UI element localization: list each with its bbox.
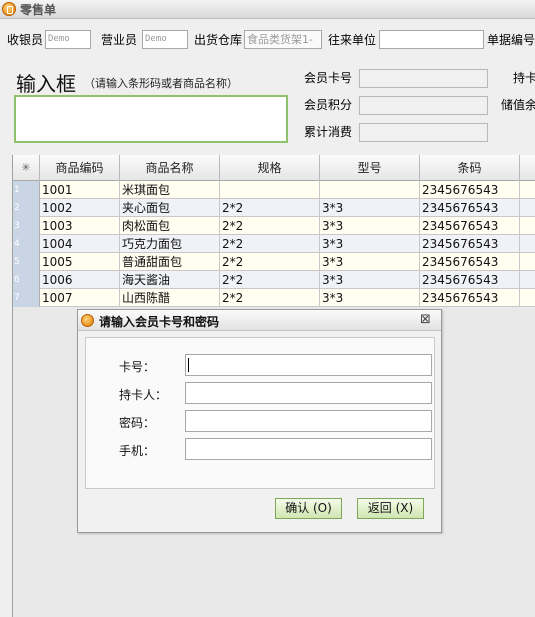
dialog-title: 请输入会员卡号和密码 bbox=[99, 315, 220, 329]
cell-code[interactable]: 1005 bbox=[40, 253, 120, 271]
cell-barcode[interactable]: 2345676543 bbox=[420, 289, 520, 307]
table-row[interactable]: 6 1006 海天酱油 2*2 3*3 2345676543 bbox=[13, 271, 535, 289]
table-row[interactable]: 2 1002 夹心面包 2*2 3*3 2345676543 bbox=[13, 199, 535, 217]
cell-model[interactable] bbox=[320, 181, 420, 199]
dialog-title-bar[interactable]: 请输入会员卡号和密码 ⊠ bbox=[78, 310, 441, 331]
title-bar: 零售单 bbox=[0, 0, 535, 19]
cell-code[interactable]: 1001 bbox=[40, 181, 120, 199]
cell-barcode[interactable]: 2345676543 bbox=[420, 181, 520, 199]
cell-name[interactable]: 普通甜面包 bbox=[120, 253, 220, 271]
cell-model[interactable]: 3*3 bbox=[320, 289, 420, 307]
column-header-barcode[interactable]: 条码 bbox=[420, 155, 520, 181]
salesperson-field[interactable]: Demo bbox=[142, 30, 188, 49]
cancel-button[interactable]: 返回 (X) bbox=[357, 498, 424, 519]
cell-code[interactable]: 1002 bbox=[40, 199, 120, 217]
row-number: 1 bbox=[13, 181, 40, 199]
phone-input[interactable] bbox=[185, 438, 432, 460]
cell-barcode[interactable]: 2345676543 bbox=[420, 235, 520, 253]
card-no-label: 卡号： bbox=[119, 360, 156, 374]
cell-spec[interactable]: 2*2 bbox=[220, 199, 320, 217]
cell-model[interactable]: 3*3 bbox=[320, 235, 420, 253]
member-login-dialog: 请输入会员卡号和密码 ⊠ 卡号： 持卡人： 密码： 手机： 确认 (O) 返回 … bbox=[77, 309, 442, 533]
card-holder-label: 持卡 bbox=[513, 71, 535, 85]
input-box-title: 输入框 bbox=[16, 72, 76, 96]
column-header-model[interactable]: 型号 bbox=[320, 155, 420, 181]
cell-spec[interactable]: 2*2 bbox=[220, 289, 320, 307]
table-row[interactable]: 1 1001 米琪面包 2345676543 bbox=[13, 181, 535, 199]
doc-no-label: 单据编号 bbox=[487, 33, 535, 47]
total-spend-label: 累计消费 bbox=[304, 125, 353, 139]
warehouse-label: 出货仓库 bbox=[194, 33, 243, 47]
app-logo-icon bbox=[2, 2, 16, 16]
window-title: 零售单 bbox=[20, 3, 57, 17]
member-card-field[interactable] bbox=[359, 69, 488, 88]
phone-label: 手机： bbox=[119, 444, 156, 458]
password-label: 密码： bbox=[119, 416, 156, 430]
salesperson-label: 营业员 bbox=[101, 33, 138, 47]
cell-model[interactable]: 3*3 bbox=[320, 217, 420, 235]
cell-code[interactable]: 1003 bbox=[40, 217, 120, 235]
column-header-code[interactable]: 商品编码 bbox=[40, 155, 120, 181]
cell-model[interactable]: 3*3 bbox=[320, 253, 420, 271]
warehouse-field[interactable]: 食品类货架1- bbox=[244, 30, 322, 49]
partner-field[interactable] bbox=[379, 30, 484, 49]
row-number: 6 bbox=[13, 271, 40, 289]
cell-spec[interactable]: 2*2 bbox=[220, 253, 320, 271]
cell-name[interactable]: 夹心面包 bbox=[120, 199, 220, 217]
close-icon[interactable]: ⊠ bbox=[420, 313, 431, 327]
cell-barcode[interactable]: 2345676543 bbox=[420, 253, 520, 271]
table-row[interactable]: 3 1003 肉松面包 2*2 3*3 2345676543 bbox=[13, 217, 535, 235]
total-spend-field[interactable] bbox=[359, 123, 488, 142]
cell-model[interactable]: 3*3 bbox=[320, 199, 420, 217]
table-row[interactable]: 4 1004 巧克力面包 2*2 3*3 2345676543 bbox=[13, 235, 535, 253]
confirm-button[interactable]: 确认 (O) bbox=[275, 498, 342, 519]
cell-code[interactable]: 1007 bbox=[40, 289, 120, 307]
cell-barcode[interactable]: 2345676543 bbox=[420, 199, 520, 217]
dialog-form: 卡号： 持卡人： 密码： 手机： bbox=[85, 337, 435, 489]
row-number: 7 bbox=[13, 289, 40, 307]
cell-barcode[interactable]: 2345676543 bbox=[420, 217, 520, 235]
cell-spec[interactable]: 2*2 bbox=[220, 235, 320, 253]
cell-barcode[interactable]: 2345676543 bbox=[420, 271, 520, 289]
cell-name[interactable]: 巧克力面包 bbox=[120, 235, 220, 253]
table-row[interactable]: 7 1007 山西陈醋 2*2 3*3 2345676543 bbox=[13, 289, 535, 307]
cell-spec[interactable]: 2*2 bbox=[220, 217, 320, 235]
text-caret bbox=[188, 358, 189, 372]
member-card-label: 会员卡号 bbox=[304, 71, 353, 85]
cell-code[interactable]: 1004 bbox=[40, 235, 120, 253]
password-input[interactable] bbox=[185, 410, 432, 432]
stored-balance-label: 储值余 bbox=[501, 98, 535, 112]
column-header-spec[interactable]: 规格 bbox=[220, 155, 320, 181]
barcode-input[interactable] bbox=[14, 95, 288, 143]
column-header-name[interactable]: 商品名称 bbox=[120, 155, 220, 181]
cashier-label: 收银员 bbox=[7, 33, 44, 47]
card-holder-label: 持卡人： bbox=[119, 388, 168, 402]
cell-code[interactable]: 1006 bbox=[40, 271, 120, 289]
member-points-field[interactable] bbox=[359, 96, 488, 115]
card-holder-input[interactable] bbox=[185, 382, 432, 404]
row-number: 2 bbox=[13, 199, 40, 217]
asterisk-icon: ✳ bbox=[13, 155, 40, 181]
cell-spec[interactable] bbox=[220, 181, 320, 199]
cell-name[interactable]: 山西陈醋 bbox=[120, 289, 220, 307]
partner-label: 往来单位 bbox=[328, 33, 377, 47]
app-logo-icon bbox=[81, 314, 94, 327]
cell-model[interactable]: 3*3 bbox=[320, 271, 420, 289]
cell-spec[interactable]: 2*2 bbox=[220, 271, 320, 289]
cell-name[interactable]: 肉松面包 bbox=[120, 217, 220, 235]
row-number: 3 bbox=[13, 217, 40, 235]
cashier-field[interactable]: Demo bbox=[45, 30, 91, 49]
table-row[interactable]: 5 1005 普通甜面包 2*2 3*3 2345676543 bbox=[13, 253, 535, 271]
cell-name[interactable]: 海天酱油 bbox=[120, 271, 220, 289]
member-points-label: 会员积分 bbox=[304, 98, 353, 112]
card-no-input[interactable] bbox=[185, 354, 432, 376]
table-header: ✳ 商品编码 商品名称 规格 型号 条码 bbox=[13, 155, 535, 181]
cell-name[interactable]: 米琪面包 bbox=[120, 181, 220, 199]
row-number: 5 bbox=[13, 253, 40, 271]
row-number: 4 bbox=[13, 235, 40, 253]
input-box-hint: （请输入条形码或者商品名称） bbox=[84, 77, 238, 90]
